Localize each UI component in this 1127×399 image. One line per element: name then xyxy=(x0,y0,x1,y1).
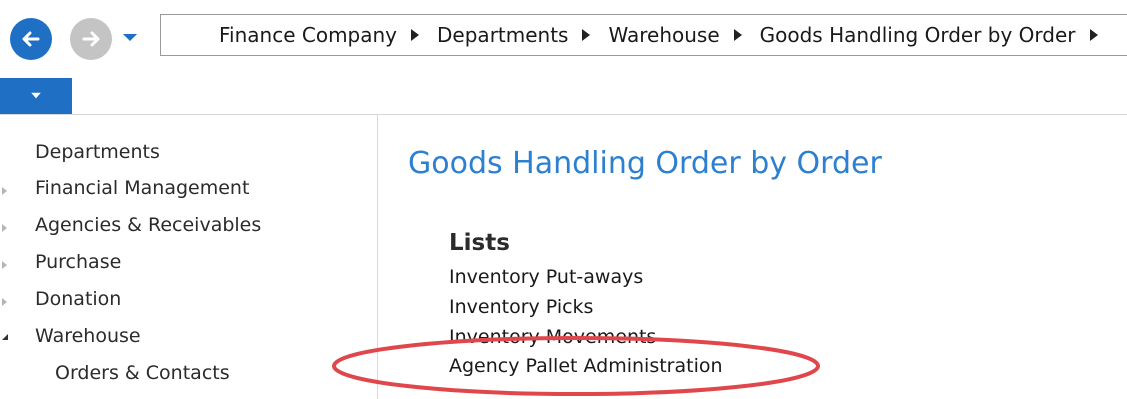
expand-icon[interactable] xyxy=(2,224,7,232)
sidebar-item-financial-management[interactable]: Financial Management xyxy=(35,177,249,199)
sidebar-item-agencies-receivables[interactable]: Agencies & Receivables xyxy=(35,214,261,236)
back-arrow-icon xyxy=(22,31,40,47)
sidebar-item-warehouse[interactable]: Warehouse xyxy=(35,325,141,347)
link-agency-pallet-administration[interactable]: Agency Pallet Administration xyxy=(449,355,723,377)
triangle-right-icon[interactable] xyxy=(1089,29,1098,41)
triangle-right-icon[interactable] xyxy=(582,29,591,41)
sidebar-item-departments[interactable]: Departments xyxy=(35,141,160,163)
navigation-pane: Departments Financial Management Agencie… xyxy=(0,115,378,399)
sidebar-item-purchase[interactable]: Purchase xyxy=(35,251,121,273)
breadcrumb-departments[interactable]: Departments xyxy=(437,23,568,47)
navigation-bar: Finance Company Departments Warehouse Go… xyxy=(0,0,1127,78)
application-menu-button[interactable] xyxy=(0,78,72,114)
address-bar[interactable]: Finance Company Departments Warehouse Go… xyxy=(160,14,1127,56)
triangle-right-icon[interactable] xyxy=(411,29,420,41)
triangle-right-icon[interactable] xyxy=(733,29,742,41)
collapse-icon[interactable] xyxy=(2,334,8,340)
forward-arrow-icon xyxy=(82,31,100,47)
expand-icon[interactable] xyxy=(2,261,7,269)
chevron-down-icon xyxy=(122,33,138,41)
chevron-down-icon xyxy=(31,92,41,99)
link-inventory-picks[interactable]: Inventory Picks xyxy=(449,296,593,318)
link-inventory-movements[interactable]: Inventory Movements xyxy=(449,326,656,348)
section-heading-lists: Lists xyxy=(449,230,510,256)
expand-icon[interactable] xyxy=(2,298,7,306)
page-title: Goods Handling Order by Order xyxy=(408,146,882,181)
sidebar-item-orders-contacts[interactable]: Orders & Contacts xyxy=(55,362,230,384)
breadcrumb-goods-handling[interactable]: Goods Handling Order by Order xyxy=(760,23,1076,47)
breadcrumb-warehouse[interactable]: Warehouse xyxy=(608,23,719,47)
sidebar-item-donation[interactable]: Donation xyxy=(35,288,121,310)
history-dropdown-button[interactable] xyxy=(121,30,139,44)
forward-button[interactable] xyxy=(70,18,112,60)
expand-icon[interactable] xyxy=(2,187,7,195)
link-inventory-put-aways[interactable]: Inventory Put-aways xyxy=(449,266,643,288)
breadcrumb-finance-company[interactable]: Finance Company xyxy=(219,23,397,47)
back-button[interactable] xyxy=(10,18,52,60)
